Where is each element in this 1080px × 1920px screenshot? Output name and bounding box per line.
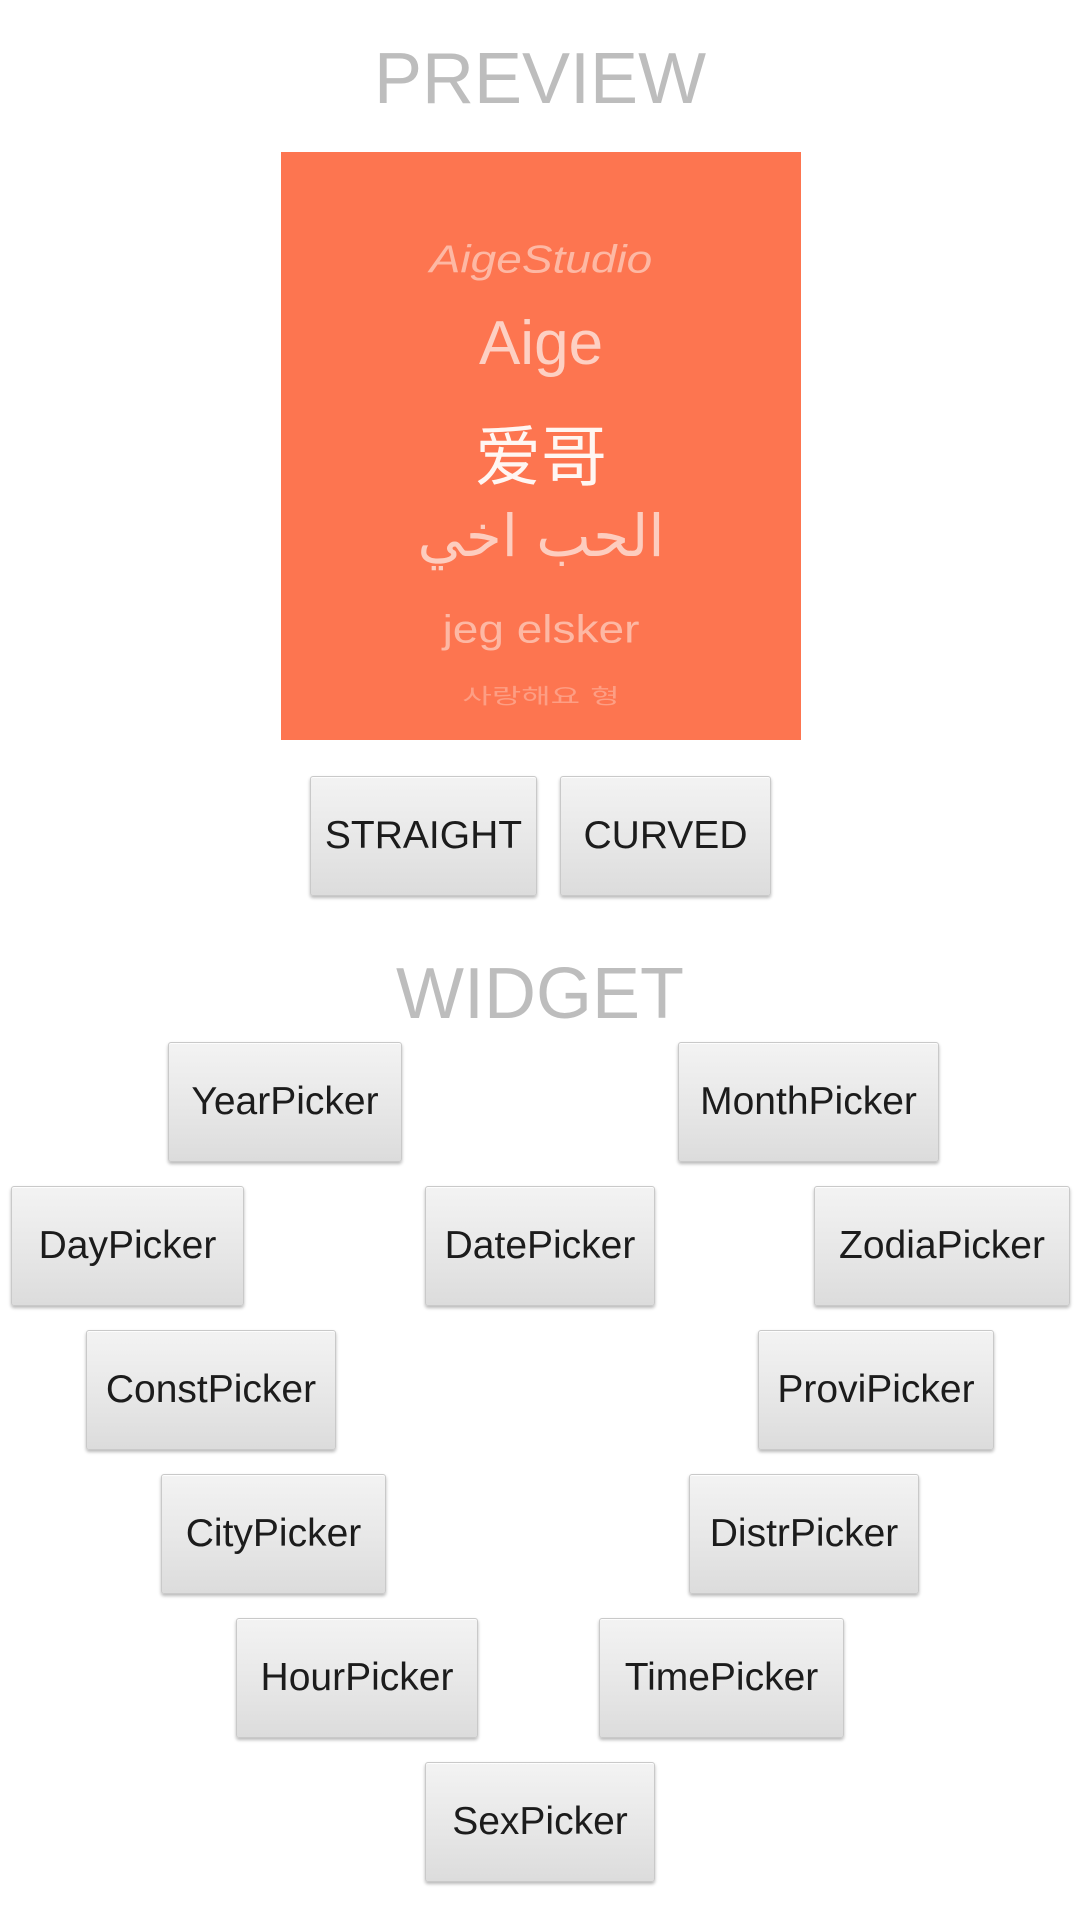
provi-picker-button[interactable]: ProviPicker bbox=[758, 1330, 994, 1450]
sex-picker-button[interactable]: SexPicker bbox=[425, 1762, 655, 1882]
city-picker-button[interactable]: CityPicker bbox=[161, 1474, 386, 1594]
straight-button[interactable]: STRAIGHT bbox=[310, 776, 537, 896]
wheel-item-selected: 爱哥 bbox=[475, 419, 607, 496]
day-picker-button[interactable]: DayPicker bbox=[11, 1186, 244, 1306]
widget-section-title: WIDGET bbox=[396, 954, 684, 1034]
year-picker-button[interactable]: YearPicker bbox=[168, 1042, 402, 1162]
curved-button[interactable]: CURVED bbox=[560, 776, 771, 896]
wheel-item: jeg elsker bbox=[442, 606, 640, 652]
wheel-item: 사랑해요 형 bbox=[462, 683, 620, 709]
time-picker-button[interactable]: TimePicker bbox=[599, 1618, 844, 1738]
wheel-item: Aige bbox=[478, 309, 604, 378]
zodia-picker-button[interactable]: ZodiaPicker bbox=[814, 1186, 1070, 1306]
hour-picker-button[interactable]: HourPicker bbox=[236, 1618, 478, 1738]
month-picker-button[interactable]: MonthPicker bbox=[678, 1042, 939, 1162]
date-picker-button[interactable]: DatePicker bbox=[425, 1186, 655, 1306]
distr-picker-button[interactable]: DistrPicker bbox=[689, 1474, 919, 1594]
wheel-picker-preview[interactable]: AigeStudio Aige 爱哥 الحب اخي jeg elsker 사… bbox=[281, 152, 801, 740]
wheel-item: الحب اخي bbox=[417, 502, 665, 570]
wheel-item: AigeStudio bbox=[429, 236, 653, 282]
preview-section-title: PREVIEW bbox=[373, 39, 707, 119]
const-picker-button[interactable]: ConstPicker bbox=[86, 1330, 336, 1450]
